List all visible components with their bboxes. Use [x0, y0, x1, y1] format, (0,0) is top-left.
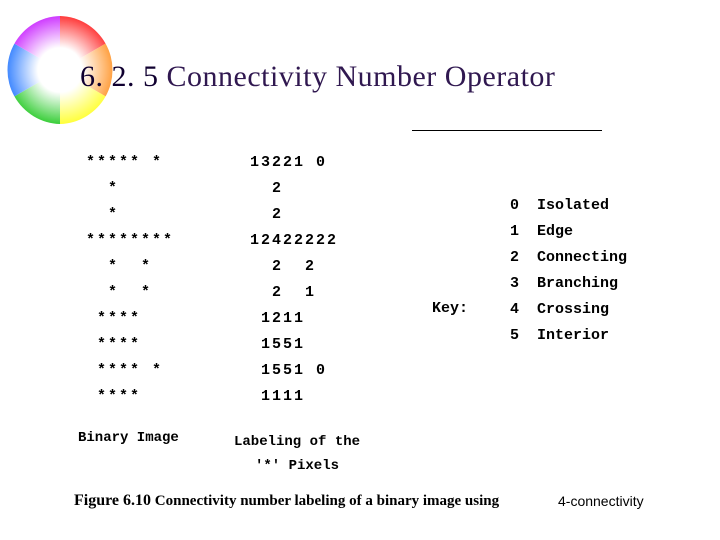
figure-suffix: 4-connectivity [558, 493, 644, 509]
figure-number: Figure 6.10 [74, 492, 151, 509]
divider-line [412, 130, 602, 131]
section-number: 6. 2. 5 [80, 60, 159, 93]
labeling-grid: 13221 0 2 2 12422222 2 2 2 1 1211 1551 1… [250, 150, 338, 410]
figure-caption: Figure 6.10 Connectivity number labeling… [74, 492, 499, 510]
figure-text: Connectivity number labeling of a binary… [155, 493, 499, 509]
binary-image-grid: ***** * * * ******** * * * * **** **** *… [86, 150, 174, 410]
labeling-caption: Labeling of the '*' Pixels [234, 430, 360, 478]
section-text: Connectivity Number Operator [167, 60, 556, 93]
section-title: 6. 2. 5 Connectivity Number Operator [80, 60, 555, 94]
binary-caption: Binary Image [78, 430, 179, 446]
key-table: 0 Isolated 1 Edge 2 Connecting 3 Branchi… [510, 193, 627, 349]
key-label: Key: [432, 300, 468, 317]
